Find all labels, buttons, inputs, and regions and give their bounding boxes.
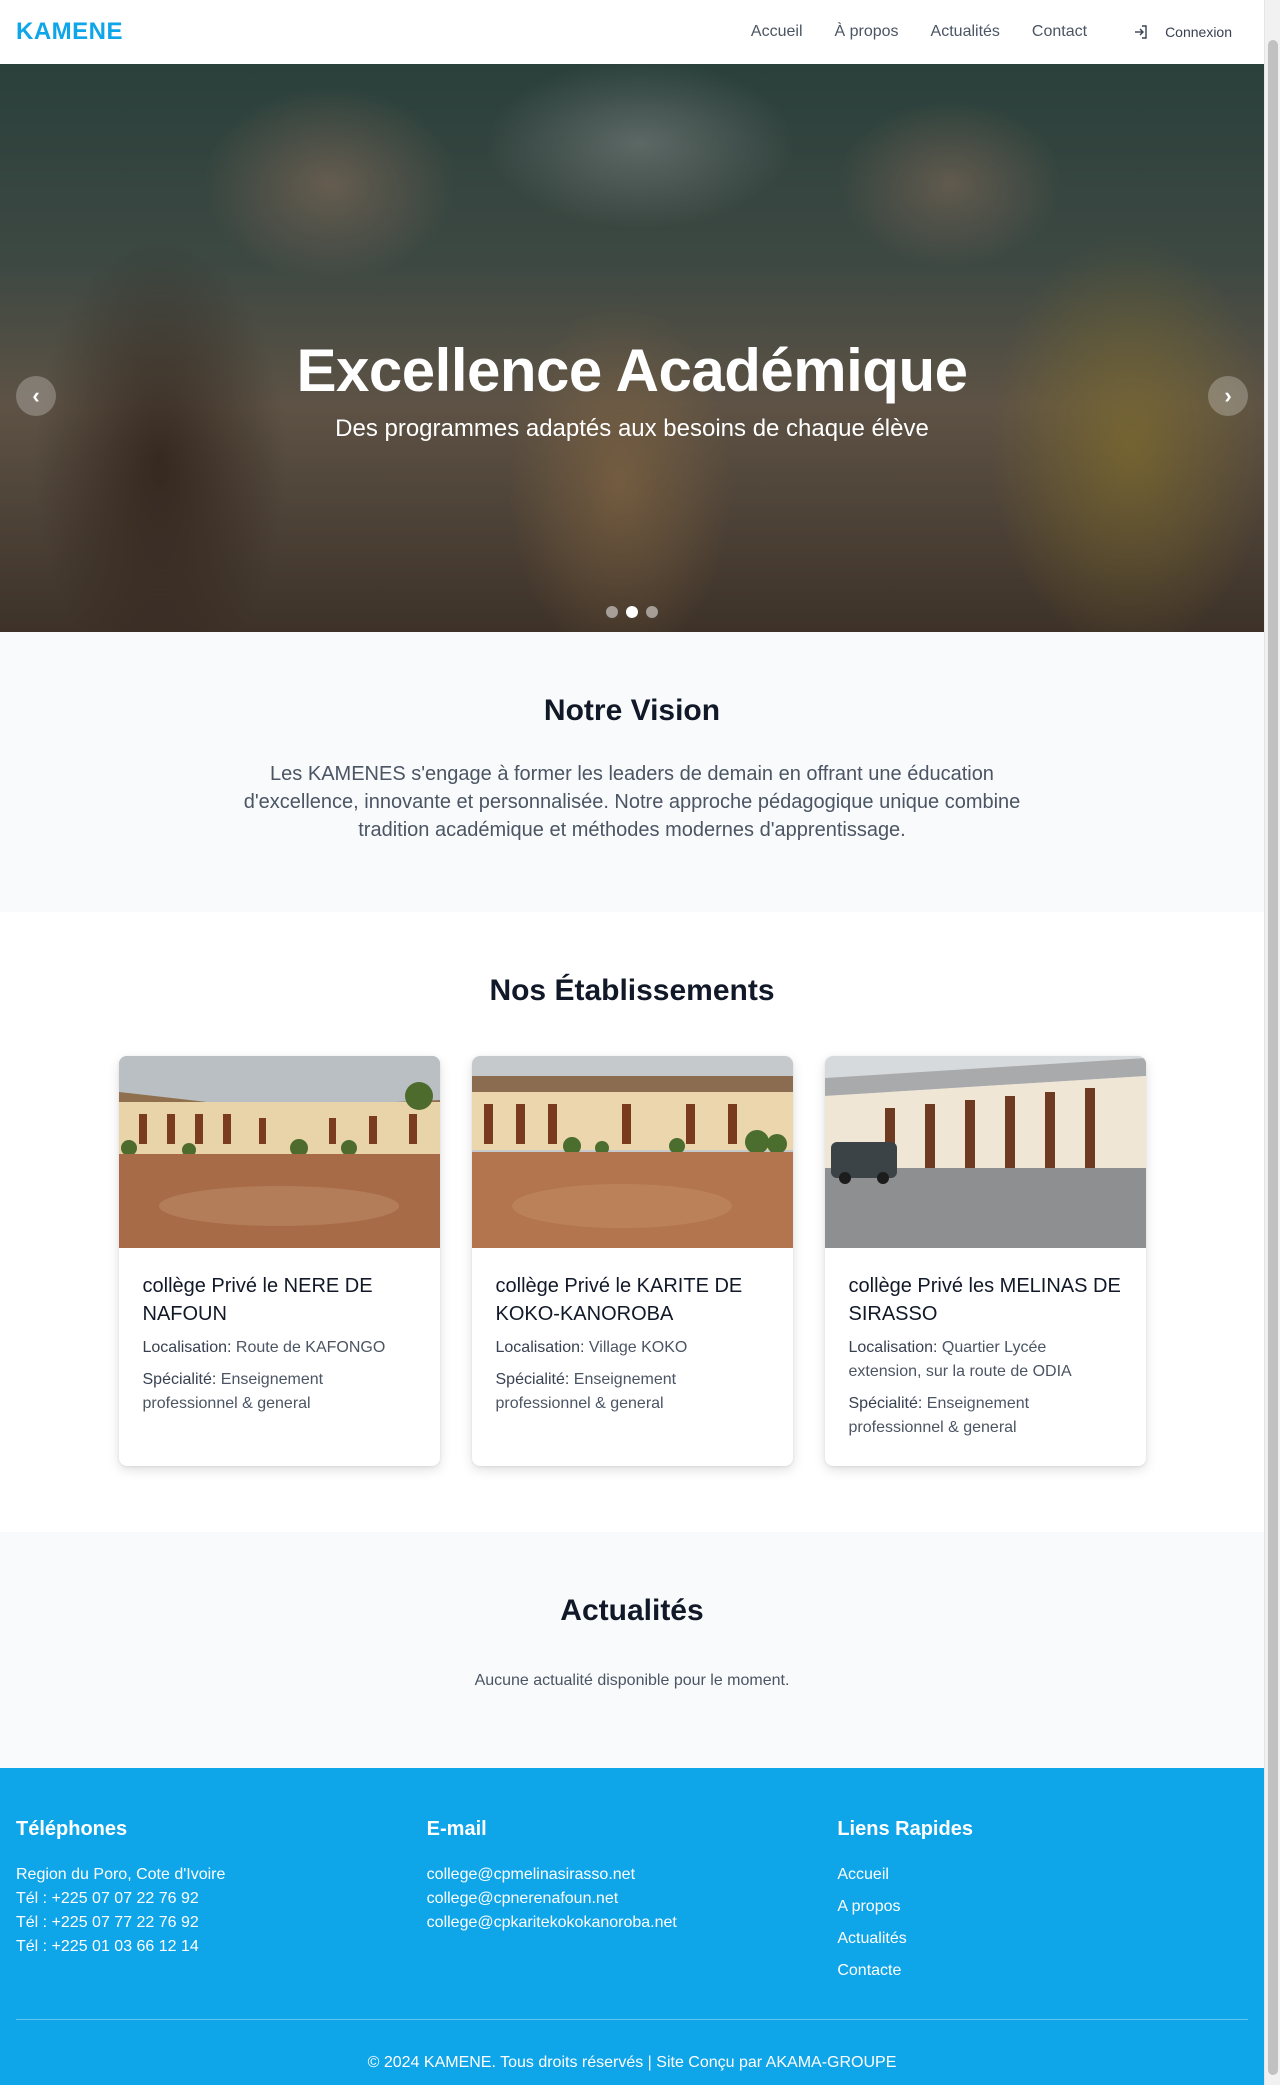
establishment-specialty: Spécialité: Enseignement professionnel &… [143,1368,416,1416]
footer-address: Region du Poro, Cote d'Ivoire [16,1866,226,1883]
footer-email-column: E-mail college@cpmelinasirasso.net colle… [427,1818,838,1991]
site-header: KAMENE Accueil À propos Actualités Conta… [0,0,1264,64]
footer-link-a-propos[interactable]: A propos [837,1895,1248,1919]
vision-title: Notre Vision [543,694,721,727]
establishment-location: Localisation: Quartier Lycée extension, … [849,1336,1122,1384]
footer-link-accueil[interactable]: Accueil [837,1863,1248,1887]
establishment-photo [118,1056,440,1248]
chevron-right-icon: › [1224,383,1232,408]
establishment-card-body: collège Privé les MELINAS DE SIRASSO Loc… [825,1248,1146,1464]
footer-columns: Téléphones Region du Poro, Cote d'Ivoire… [16,1818,1248,1991]
establishment-specialty: Spécialité: Enseignement professionnel &… [496,1368,769,1416]
establishment-photo [471,1056,793,1248]
login-button[interactable]: Connexion [1133,24,1232,40]
establishment-card-body: collège Privé le KARITE DE KOKO-KANOROBA… [472,1248,793,1440]
establishment-name: collège Privé le NERE DE NAFOUN [142,1275,373,1325]
carousel-next-button[interactable]: › [1208,376,1248,416]
chevron-left-icon: ‹ [32,383,40,408]
footer-phones-column: Téléphones Region du Poro, Cote d'Ivoire… [16,1818,427,1991]
nav-link-contact[interactable]: Contact [1032,23,1087,41]
hero-carousel: Excellence Académique Des programmes ada… [0,64,1264,632]
establishments-title: Nos Établissements [489,974,775,1007]
site-footer: Téléphones Region du Poro, Cote d'Ivoire… [0,1768,1264,2085]
hero-subtitle: Des programmes adaptés aux besoins de ch… [335,415,929,442]
footer-email-link[interactable]: college@cpkaritekokokanoroba.net [427,1911,838,1935]
footer-email-link[interactable]: college@cpnerenafoun.net [427,1887,838,1911]
establishment-specialty: Spécialité: Enseignement professionnel &… [849,1392,1122,1440]
specialty-label: Spécialité: [495,1371,570,1388]
footer-email-title: E-mail [426,1818,487,1840]
establishment-location: Localisation: Route de KAFONGO [143,1336,416,1360]
footer-phone: Tél : +225 01 03 66 12 14 [16,1938,199,1955]
footer-phone: Tél : +225 07 77 22 76 92 [16,1914,199,1931]
main-nav: Accueil À propos Actualités Contact Conn… [719,23,1248,41]
footer-divider [16,2019,1248,2020]
establishment-name: collège Privé les MELINAS DE SIRASSO [848,1275,1121,1325]
establishment-photo [824,1056,1146,1248]
specialty-label: Spécialité: [848,1395,923,1412]
hero-title: Excellence Académique [296,337,968,404]
nav-link-accueil[interactable]: Accueil [751,23,803,41]
establishments-list: collège Privé le NERE DE NAFOUN Localisa… [0,1056,1264,1466]
hero-caption: Excellence Académique Des programmes ada… [0,336,1264,443]
footer-link-contacte[interactable]: Contacte [837,1959,1248,1983]
footer-phone: Tél : +225 07 07 22 76 92 [16,1890,199,1907]
news-empty-message: Aucune actualité disponible pour le mome… [474,1672,790,1689]
carousel-dot-2[interactable] [626,606,638,618]
login-icon [1135,25,1147,39]
nav-link-actualites[interactable]: Actualités [931,23,1000,41]
site-logo[interactable]: KAMENE [16,18,123,46]
footer-phones-title: Téléphones [16,1818,128,1840]
establishment-name: collège Privé le KARITE DE KOKO-KANOROBA [495,1275,743,1325]
location-label: Localisation: [142,1339,232,1356]
scrollbar-thumb[interactable] [1268,40,1278,2075]
login-label: Connexion [1165,24,1232,40]
specialty-label: Spécialité: [142,1371,217,1388]
location-label: Localisation: [848,1339,938,1356]
footer-copyright: © 2024 KAMENE. Tous droits réservés | Si… [367,2054,897,2071]
carousel-prev-button[interactable]: ‹ [16,376,56,416]
establishment-card[interactable]: collège Privé les MELINAS DE SIRASSO Loc… [824,1056,1146,1466]
location-label: Localisation: [495,1339,585,1356]
page-scrollbar[interactable] [1264,0,1280,2085]
nav-link-a-propos[interactable]: À propos [835,23,899,41]
footer-email-link[interactable]: college@cpmelinasirasso.net [427,1863,838,1887]
establishment-card-body: collège Privé le NERE DE NAFOUN Localisa… [119,1248,440,1440]
location-value: Village KOKO [588,1339,688,1356]
footer-links-column: Liens Rapides Accueil A propos Actualité… [837,1818,1248,1991]
news-section: Actualités Aucune actualité disponible p… [0,1532,1264,1768]
establishment-card[interactable]: collège Privé le KARITE DE KOKO-KANOROBA… [471,1056,793,1466]
carousel-dot-3[interactable] [646,606,658,618]
page: KAMENE Accueil À propos Actualités Conta… [0,0,1264,2085]
vision-section: Notre Vision Les KAMENES s'engage à form… [0,632,1264,912]
carousel-dot-1[interactable] [606,606,618,618]
news-title: Actualités [560,1594,704,1627]
footer-links-title: Liens Rapides [837,1818,973,1840]
establishment-location: Localisation: Village KOKO [496,1336,769,1360]
establishment-card[interactable]: collège Privé le NERE DE NAFOUN Localisa… [118,1056,440,1466]
vision-text: Les KAMENES s'engage à former les leader… [243,763,1021,841]
carousel-indicators [0,606,1264,618]
footer-link-actualites[interactable]: Actualités [837,1927,1248,1951]
location-value: Route de KAFONGO [235,1339,386,1356]
establishments-section: Nos Établissements collège Privé le NERE… [0,912,1264,1532]
